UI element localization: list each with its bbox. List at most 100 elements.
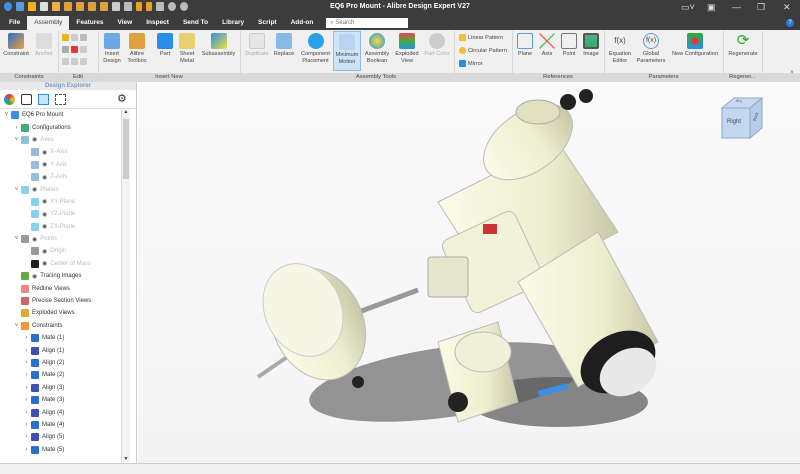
edit-undo-icon[interactable] — [62, 34, 87, 41]
sheet-metal-button[interactable]: Sheet Metal — [177, 33, 197, 65]
chevron-right-icon[interactable]: › — [23, 348, 30, 354]
tree-scrollbar[interactable]: ▲ ▼ — [121, 109, 130, 462]
scrollbar-thumb[interactable] — [123, 119, 129, 179]
alibre-toolbox-button[interactable]: Alibre Toolbox — [125, 33, 149, 65]
gear-icon[interactable]: ⚙ — [117, 93, 128, 105]
subassembly-button[interactable]: Subassembly — [200, 33, 237, 58]
part-color-button[interactable]: Part Color — [422, 33, 452, 58]
edit-delete-icon[interactable] — [62, 46, 87, 53]
eye-icon[interactable]: ◉ — [32, 136, 37, 143]
tree-node[interactable]: Precise Section Views — [0, 295, 121, 307]
insert-design-button[interactable]: Insert Design — [101, 33, 123, 65]
chevron-right-icon[interactable]: › — [23, 397, 30, 403]
tree-node[interactable]: › Align (4) — [0, 406, 121, 418]
tree-view-icon[interactable] — [38, 93, 49, 105]
chevron-right-icon[interactable]: › — [23, 385, 30, 391]
tree-node[interactable]: ◉ Z-Axis — [0, 171, 121, 183]
3d-viewport[interactable]: Right Top Back — [138, 82, 800, 463]
minimize-button[interactable]: — — [732, 2, 741, 12]
chevron-down-icon[interactable]: ˅ — [13, 137, 20, 143]
eye-icon[interactable]: ◉ — [42, 149, 47, 156]
eye-icon[interactable]: ◉ — [42, 161, 47, 168]
eye-icon[interactable]: ◉ — [32, 236, 37, 243]
chevron-right-icon[interactable]: › — [23, 422, 30, 428]
tree-node[interactable]: › Mate (3) — [0, 394, 121, 406]
tree-node[interactable]: › Align (1) — [0, 344, 121, 356]
eye-icon[interactable]: ◉ — [42, 211, 47, 218]
tree-node[interactable]: › Configurations — [0, 121, 121, 133]
circular-pattern-button[interactable]: Circular Pattern — [459, 47, 507, 54]
tree-node[interactable]: ◉ X-Axis — [0, 146, 121, 158]
tab-script[interactable]: Script — [251, 16, 283, 30]
maximize-button[interactable]: ❐ — [757, 2, 765, 13]
plane-button[interactable]: Plane — [515, 33, 535, 58]
tree-node[interactable]: › Mate (2) — [0, 369, 121, 381]
equation-editor-button[interactable]: f(x) Equation Editor — [607, 33, 633, 65]
chevron-right-icon[interactable]: › — [13, 125, 20, 131]
tree-node[interactable]: ˅ ◉ Axes — [0, 134, 121, 146]
tab-inspect[interactable]: Inspect — [139, 16, 176, 30]
chevron-right-icon[interactable]: › — [23, 410, 30, 416]
exploded-view-button[interactable]: Exploded View — [393, 33, 421, 65]
anchor-button[interactable]: Anchor — [32, 33, 56, 58]
global-parameters-button[interactable]: f(x) Global Parameters — [635, 33, 667, 65]
point-button[interactable]: Point — [560, 33, 578, 58]
document-icon[interactable] — [21, 93, 32, 105]
assembly-boolean-button[interactable]: Assembly Boolean — [363, 33, 391, 65]
eq6-mount-model[interactable] — [138, 82, 800, 463]
display-icon[interactable]: ▭˅ — [681, 2, 695, 13]
help-icon[interactable]: ? — [786, 19, 794, 27]
tree-node[interactable]: ◉ Y-Axis — [0, 159, 121, 171]
chevron-right-icon[interactable]: › — [23, 360, 30, 366]
scroll-down-icon[interactable]: ▼ — [122, 456, 130, 462]
constraint-button[interactable]: Constraint — [2, 33, 30, 58]
tree-node[interactable]: ˅ ◉ Planes — [0, 183, 121, 195]
search-input[interactable]: ⌕ Search — [326, 18, 409, 28]
chevron-down-icon[interactable]: ˅ — [13, 236, 20, 242]
tree-node[interactable]: › Align (2) — [0, 357, 121, 369]
chevron-right-icon[interactable]: › — [23, 372, 30, 378]
eye-icon[interactable]: ◉ — [32, 273, 37, 280]
tree-node[interactable]: ˅ ◉ Points — [0, 233, 121, 245]
tree-node[interactable]: ˅ Constraints — [0, 320, 121, 332]
tree-node[interactable]: ◉ Tracing Images — [0, 270, 121, 282]
chevron-down-icon[interactable]: ˅ — [3, 112, 10, 118]
part-button[interactable]: Part — [156, 33, 174, 58]
tree-node[interactable]: › Align (5) — [0, 431, 121, 443]
tree-node[interactable]: ◉ YZ-Plane — [0, 208, 121, 220]
linear-pattern-button[interactable]: Linear Pattern — [459, 34, 503, 41]
tree-node[interactable]: ◉ XY-Plane — [0, 196, 121, 208]
tree-node[interactable]: › Align (3) — [0, 382, 121, 394]
new-configuration-button[interactable]: New Configuration — [669, 33, 721, 58]
eye-icon[interactable]: ◉ — [42, 174, 47, 181]
chevron-right-icon[interactable]: › — [23, 335, 30, 341]
minimum-motion-button[interactable]: Minimum Motion — [333, 31, 361, 71]
restore-panel-icon[interactable]: ▣ — [707, 2, 716, 13]
tree-node[interactable]: Redline Views — [0, 282, 121, 294]
chevron-right-icon[interactable]: › — [23, 447, 30, 453]
eye-icon[interactable]: ◉ — [32, 186, 37, 193]
regenerate-button[interactable]: ⟳ Regenerate — [726, 33, 760, 58]
chevron-down-icon[interactable]: ˅ — [13, 323, 20, 329]
eye-icon[interactable]: ◉ — [42, 248, 47, 255]
tree-node[interactable]: ◉ Center of Mass — [0, 258, 121, 270]
replace-button[interactable]: Replace — [272, 33, 296, 58]
view-cube[interactable]: Right Top Back — [718, 94, 768, 144]
tree-node[interactable]: ◉ Origin — [0, 245, 121, 257]
eye-icon[interactable]: ◉ — [42, 198, 47, 205]
tree-node[interactable]: › Mate (5) — [0, 444, 121, 456]
close-button[interactable]: ✕ — [783, 2, 791, 13]
tab-library[interactable]: Library — [215, 16, 251, 30]
color-wheel-icon[interactable] — [4, 93, 15, 105]
tab-file[interactable]: File — [2, 16, 27, 30]
list-view-icon[interactable] — [55, 93, 66, 105]
scroll-up-icon[interactable]: ▲ — [122, 109, 130, 115]
chevron-down-icon[interactable]: ˅ — [13, 187, 20, 193]
tab-features[interactable]: Features — [69, 16, 110, 30]
tree-node[interactable]: › Mate (4) — [0, 419, 121, 431]
axis-button[interactable]: Axis — [538, 33, 556, 58]
tab-send-to[interactable]: Send To — [176, 16, 215, 30]
tab-add-on[interactable]: Add-on — [284, 16, 321, 30]
eye-icon[interactable]: ◉ — [42, 223, 47, 230]
tree-node[interactable]: › Mate (1) — [0, 332, 121, 344]
